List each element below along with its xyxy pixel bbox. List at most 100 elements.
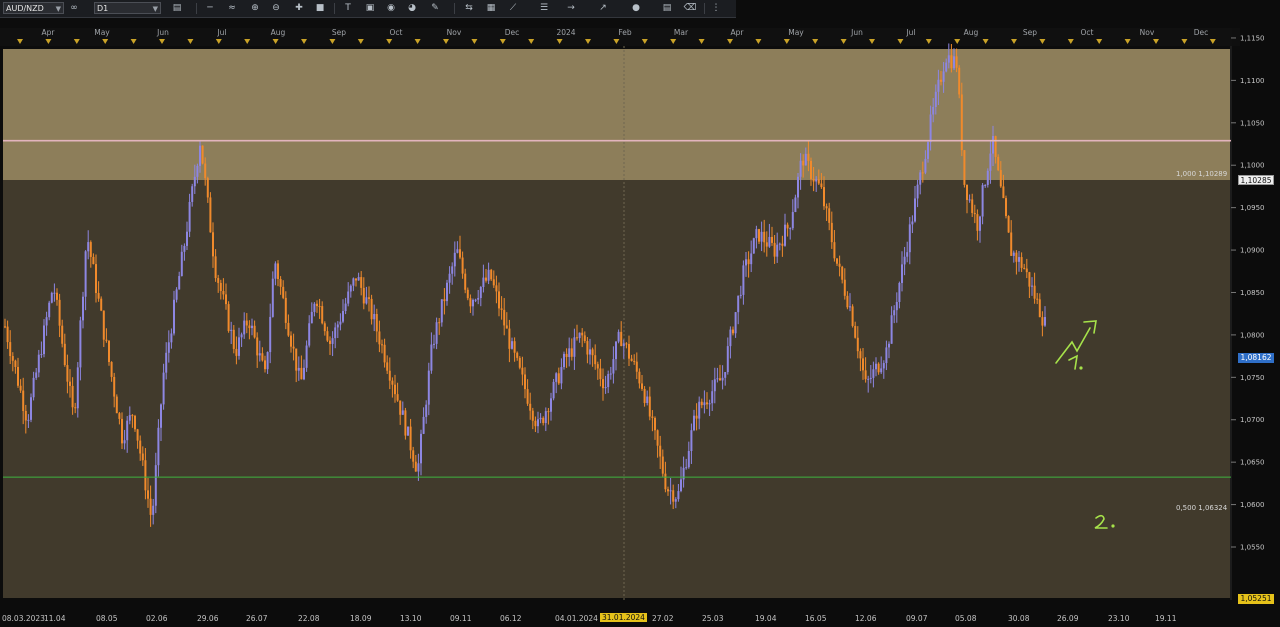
candle-body <box>981 185 984 217</box>
price-label: 1,0800 <box>1240 331 1265 339</box>
candle-body <box>131 415 134 417</box>
candle-body <box>708 403 711 405</box>
candle-body <box>461 257 464 274</box>
candle-body <box>880 368 883 373</box>
candle-body <box>48 302 51 318</box>
candle-body <box>971 199 974 213</box>
candle-body <box>752 238 755 254</box>
candle-body <box>656 430 659 446</box>
price-ticks: 1,1150 1,1100 1,1050 1,1000 1,0950 1,0900 1,08… <box>1231 34 1265 552</box>
candle-body <box>412 450 415 462</box>
price-label: 1,1100 <box>1240 77 1265 85</box>
candle-body <box>916 184 919 199</box>
candle-body <box>609 373 612 375</box>
candle-body <box>771 236 773 243</box>
candle-body <box>199 145 201 166</box>
candle-body <box>331 338 334 344</box>
candle-body <box>9 342 12 357</box>
candle-body <box>438 322 441 324</box>
zone-upper <box>3 49 1230 180</box>
candle-body <box>6 326 9 343</box>
date-label: 29.06 <box>197 614 219 623</box>
candle-body <box>368 297 370 299</box>
candle-body <box>976 214 979 231</box>
price-label: 1,0850 <box>1240 289 1265 297</box>
candle-body <box>136 429 139 441</box>
candle-body <box>555 373 558 382</box>
candle-body <box>110 362 113 377</box>
candle-body <box>875 363 877 370</box>
candle-body <box>711 391 714 404</box>
candle-body <box>667 489 669 492</box>
candle-body <box>651 416 654 418</box>
price-chart[interactable]: Apr May Jun Jul Aug Sep Oct Nov Dec 2024 Feb Mar Apr… <box>0 0 1280 627</box>
candle-body <box>123 440 126 444</box>
candle-body <box>999 170 1002 187</box>
candle-body <box>973 212 976 215</box>
candle-body <box>1007 216 1010 233</box>
candle-body <box>74 407 77 409</box>
candle-body <box>141 453 144 461</box>
candle-body <box>355 278 357 281</box>
candle-body <box>622 343 625 346</box>
candle-body <box>414 461 417 472</box>
candle-body <box>945 62 948 72</box>
candle-body <box>763 231 766 243</box>
candle-body <box>817 179 820 184</box>
candle-body <box>989 153 992 171</box>
candle-body <box>303 367 305 380</box>
candle-body <box>872 369 875 378</box>
candle-body <box>282 286 285 298</box>
candle-body <box>274 263 277 279</box>
candle-body <box>375 313 378 332</box>
candle-body <box>895 301 898 311</box>
candle-body <box>693 415 695 431</box>
candle-body <box>1005 198 1007 217</box>
candle-body <box>906 252 909 257</box>
candle-body <box>615 341 617 360</box>
candle-body <box>347 291 350 304</box>
candle-body <box>40 354 43 356</box>
candle-body <box>427 370 430 405</box>
candle-body <box>682 467 685 480</box>
candle-body <box>799 160 802 177</box>
candle-body <box>716 378 719 380</box>
candle-body <box>316 303 318 307</box>
candle-body <box>591 349 594 356</box>
month-label: Jul <box>905 28 915 37</box>
candle-body <box>841 266 844 280</box>
date-label: 11.04 <box>44 614 66 623</box>
candle-body <box>919 172 922 185</box>
candle-body <box>955 56 958 68</box>
candle-body <box>768 236 771 247</box>
candle-body <box>732 329 734 334</box>
candle-body <box>152 505 155 515</box>
candle-body <box>97 293 100 299</box>
candle-body <box>193 176 196 187</box>
candle-body <box>157 427 160 466</box>
candle-body <box>84 251 87 297</box>
candle-body <box>901 264 903 283</box>
candle-body <box>747 259 750 265</box>
candle-body <box>329 340 331 344</box>
candle-body <box>1023 267 1026 269</box>
candle-body <box>154 465 157 506</box>
candle-body <box>466 289 469 299</box>
annotation-dot <box>1079 366 1083 370</box>
candle-body <box>526 389 529 404</box>
candle-body <box>607 374 610 388</box>
candle-body <box>529 403 532 411</box>
candle-body <box>243 320 246 335</box>
candle-body <box>440 299 443 323</box>
candle-body <box>648 396 651 417</box>
month-label: Feb <box>618 28 632 37</box>
min-price-tag: 1,05251 <box>1238 594 1274 604</box>
candle-body <box>791 212 794 229</box>
candle-body <box>232 329 235 349</box>
candle-body <box>557 373 560 384</box>
date-label: 09.07 <box>906 614 928 623</box>
candle-body <box>992 136 994 154</box>
candle-body <box>313 303 316 312</box>
month-label: Oct <box>1081 28 1094 37</box>
candle-body <box>115 396 118 414</box>
